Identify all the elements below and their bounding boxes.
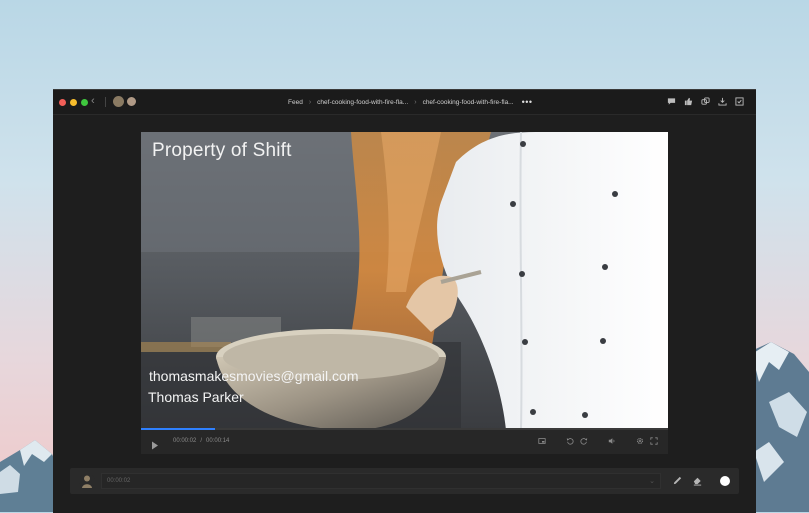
titlebar-actions: [667, 97, 744, 106]
timecode: 00:00:02/00:00:14: [173, 438, 229, 444]
time-separator: /: [200, 438, 203, 444]
avatar: [79, 473, 95, 489]
picture-in-picture-icon[interactable]: [538, 437, 546, 445]
fullscreen-icon[interactable]: [650, 437, 658, 445]
settings-gear-icon[interactable]: [636, 437, 644, 445]
watermark-email: thomasmakesmovies@gmail.com: [149, 368, 359, 384]
video-frame-image: [141, 132, 668, 430]
avatar[interactable]: [113, 96, 124, 107]
breadcrumb-asset[interactable]: chef-cooking-food-with-fire-fla...: [317, 99, 408, 106]
forward-icon[interactable]: [580, 437, 588, 445]
video-player[interactable]: Property of Shift thomasmakesmovies@gmai…: [141, 132, 668, 430]
minimize-window-button[interactable]: [70, 99, 77, 106]
comment-input[interactable]: 00:00:02 ⌄: [101, 473, 661, 489]
breadcrumb-version[interactable]: chef-cooking-food-with-fire-fla...: [423, 99, 514, 106]
comment-composer: 00:00:02 ⌄: [70, 468, 739, 494]
maximize-window-button[interactable]: [81, 99, 88, 106]
background-mountain-right: [749, 342, 809, 512]
comment-timestamp[interactable]: 00:00:02: [107, 478, 130, 484]
breadcrumb: Feed › chef-cooking-food-with-fire-fla..…: [288, 96, 533, 108]
avatar[interactable]: [126, 96, 137, 107]
more-options-icon[interactable]: •••: [522, 97, 533, 107]
versions-icon[interactable]: [701, 97, 710, 106]
current-time: 00:00:02: [173, 438, 197, 444]
watermark-name: Thomas Parker: [148, 389, 244, 405]
pencil-icon[interactable]: [672, 475, 683, 486]
chevron-down-icon[interactable]: ⌄: [649, 477, 655, 485]
approve-icon[interactable]: [735, 97, 744, 106]
player-controls: 00:00:02/00:00:14: [141, 430, 668, 454]
volume-icon[interactable]: [608, 437, 616, 445]
breadcrumb-feed[interactable]: Feed: [288, 99, 303, 106]
color-picker[interactable]: [720, 476, 730, 486]
play-icon[interactable]: [151, 437, 159, 455]
comment-icon[interactable]: [667, 97, 676, 106]
background-mountain-left: [0, 440, 60, 512]
player-actions: [538, 437, 658, 445]
download-icon[interactable]: [718, 97, 727, 106]
chevron-right-icon: ›: [308, 98, 312, 106]
thumbs-up-icon[interactable]: [684, 97, 693, 106]
close-window-button[interactable]: [59, 99, 66, 106]
rewind-icon[interactable]: [566, 437, 574, 445]
eraser-icon[interactable]: [692, 475, 703, 486]
app-window: ‹ Feed › chef-cooking-food-with-fire-fla…: [53, 89, 756, 513]
titlebar-divider: [105, 97, 106, 107]
total-time: 00:00:14: [206, 438, 230, 444]
watermark-title: Property of Shift: [152, 140, 292, 161]
annotation-tools: [672, 475, 703, 486]
back-chevron-icon[interactable]: ‹: [91, 96, 95, 107]
chevron-right-icon: ›: [414, 98, 417, 106]
titlebar: ‹ Feed › chef-cooking-food-with-fire-fla…: [53, 90, 756, 115]
